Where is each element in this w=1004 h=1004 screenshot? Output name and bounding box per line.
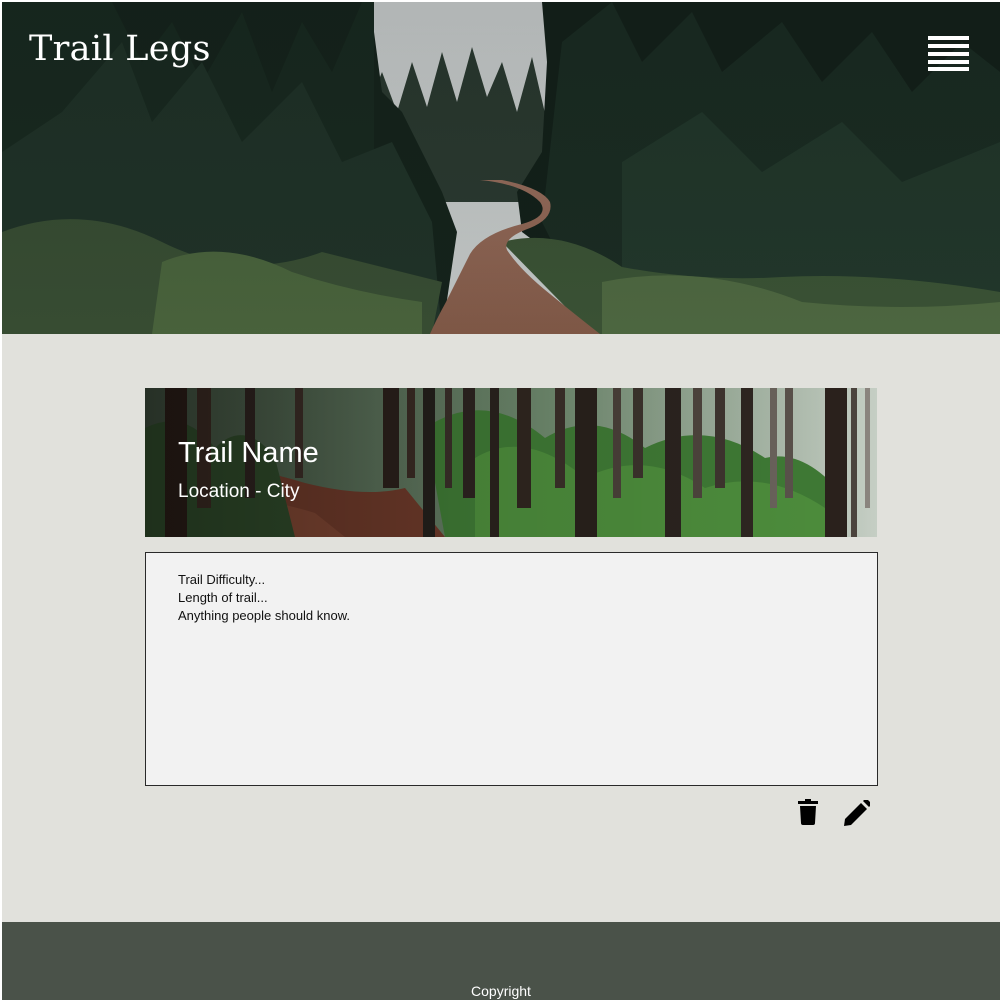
trail-notes-text: Anything people should know. bbox=[178, 608, 351, 623]
hamburger-menu-icon[interactable] bbox=[928, 36, 970, 72]
hero-header: Trail Legs bbox=[2, 2, 1000, 334]
trail-difficulty-text: Trail Difficulty... bbox=[178, 572, 266, 587]
menu-line bbox=[928, 36, 969, 40]
menu-line bbox=[928, 67, 969, 71]
footer: Copyright bbox=[2, 922, 1000, 1000]
trash-icon[interactable] bbox=[798, 799, 818, 825]
trail-details-box: Trail Difficulty... Length of trail... A… bbox=[145, 552, 878, 786]
copyright-text: Copyright bbox=[471, 983, 531, 999]
trail-banner: Trail Name Location - City bbox=[145, 388, 877, 537]
trail-name: Trail Name bbox=[178, 437, 319, 469]
menu-line bbox=[928, 44, 969, 48]
trail-length-text: Length of trail... bbox=[178, 590, 268, 605]
pencil-icon[interactable] bbox=[844, 800, 870, 826]
trail-location: Location - City bbox=[178, 481, 300, 502]
page: Trail Legs Trail Name Location - City Tr… bbox=[2, 2, 1000, 1000]
menu-line bbox=[928, 52, 969, 56]
menu-line bbox=[928, 60, 969, 64]
site-title[interactable]: Trail Legs bbox=[29, 28, 211, 70]
